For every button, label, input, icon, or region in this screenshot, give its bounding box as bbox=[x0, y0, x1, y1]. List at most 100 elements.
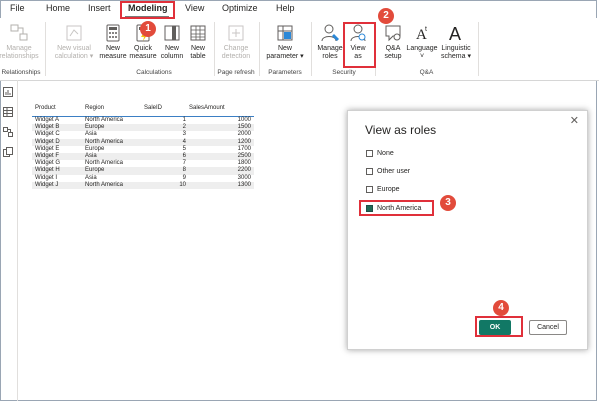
table-cell: 1000 bbox=[237, 117, 251, 123]
table-cell: 1300 bbox=[237, 181, 251, 188]
table-row: Widget B Europe 2 1500 bbox=[32, 124, 254, 132]
table-cell: 2500 bbox=[237, 152, 251, 159]
table-cell: North America bbox=[85, 138, 124, 145]
table-view-icon[interactable] bbox=[3, 107, 13, 117]
table-cell: 1700 bbox=[237, 145, 251, 152]
manage-roles-icon bbox=[321, 24, 339, 42]
group-separator bbox=[45, 22, 46, 76]
svg-text:t: t bbox=[425, 26, 427, 33]
table-row: Widget H Europe 8 2200 bbox=[32, 167, 254, 175]
step-marker-2: 2 bbox=[378, 8, 394, 24]
linguistic-schema-button[interactable]: A Linguistic schema ▾ bbox=[438, 24, 474, 61]
change-detection-icon bbox=[228, 25, 244, 41]
language-icon: A t bbox=[416, 26, 427, 42]
cancel-button[interactable]: Cancel bbox=[529, 320, 567, 335]
checkbox[interactable] bbox=[366, 150, 373, 157]
new-measure-button[interactable]: New measure bbox=[98, 24, 128, 61]
table-cell: Widget J bbox=[35, 181, 59, 188]
language-button[interactable]: A t Language ˅ bbox=[406, 24, 438, 61]
tab-optimize[interactable]: Optimize bbox=[222, 3, 258, 13]
ribbon-tabs: File Home Insert Modeling View Optimize … bbox=[0, 0, 599, 18]
close-icon[interactable]: ✕ bbox=[570, 114, 579, 127]
group-separator bbox=[311, 22, 312, 76]
table-row: Widget J North America 10 1300 bbox=[32, 181, 254, 189]
table-cell: Widget F bbox=[35, 152, 60, 159]
table-body: Widget A North America 1 1000 Widget B Europe… bbox=[32, 117, 254, 189]
report-view-icon[interactable] bbox=[3, 87, 13, 97]
group-label-calculations: Calculations bbox=[136, 69, 172, 76]
new-column-button[interactable]: New column bbox=[158, 24, 186, 61]
table-cell: Asia bbox=[85, 152, 97, 159]
table-cell: 1500 bbox=[237, 124, 251, 131]
change-detection-button[interactable]: Change detection bbox=[216, 24, 256, 61]
manage-relationships-button[interactable]: Manage relationships bbox=[0, 24, 44, 61]
column-header-saleid[interactable]: SaleID bbox=[144, 105, 162, 111]
table-cell: Asia bbox=[85, 131, 97, 138]
table-cell: North America bbox=[85, 117, 124, 123]
tab-view[interactable]: View bbox=[185, 3, 204, 13]
tab-file[interactable]: File bbox=[10, 3, 25, 13]
table-cell: 10 bbox=[179, 181, 186, 188]
ribbon: Manage relationships Relationships New v… bbox=[0, 18, 599, 81]
tab-home[interactable]: Home bbox=[46, 3, 70, 13]
new-parameter-button[interactable]: New parameter ▾ bbox=[262, 24, 308, 61]
group-separator bbox=[214, 22, 215, 76]
table-cell: Widget G bbox=[35, 160, 61, 167]
table-row: Widget I Asia 9 3000 bbox=[32, 175, 254, 182]
group-separator bbox=[478, 22, 479, 76]
group-label-qa: Q&A bbox=[419, 69, 434, 76]
table-cell: 8 bbox=[182, 167, 186, 174]
table-cell: Widget E bbox=[35, 145, 60, 152]
view-switcher-rail bbox=[0, 80, 18, 401]
dax-query-view-icon[interactable] bbox=[3, 147, 13, 157]
new-visual-calculation-button[interactable]: New visual calculation ▾ bbox=[52, 24, 96, 61]
table-cell: 2000 bbox=[237, 131, 251, 138]
checkbox[interactable] bbox=[366, 168, 373, 175]
table-cell: 1800 bbox=[237, 160, 251, 167]
table-cell: Asia bbox=[85, 174, 97, 181]
table-row: Widget C Asia 3 2000 bbox=[32, 131, 254, 138]
table-cell: North America bbox=[85, 160, 124, 167]
table-cell: 3000 bbox=[237, 174, 251, 181]
group-label-parameters: Parameters bbox=[268, 69, 302, 76]
column-header-salesamount[interactable]: SalesAmount bbox=[189, 105, 225, 111]
table-row: Widget G North America 7 1800 bbox=[32, 160, 254, 167]
visual-calculation-icon bbox=[66, 25, 82, 41]
checkbox[interactable] bbox=[366, 186, 373, 193]
table-cell: Widget I bbox=[35, 174, 58, 181]
new-table-button[interactable]: New table bbox=[186, 24, 210, 61]
step-marker-3: 3 bbox=[440, 195, 456, 211]
table-cell: Europe bbox=[85, 124, 105, 131]
calculator-icon bbox=[106, 24, 120, 42]
table-cell: North America bbox=[85, 181, 124, 188]
highlight-view-as bbox=[343, 22, 376, 68]
column-header-region[interactable]: Region bbox=[85, 105, 104, 111]
qa-setup-icon bbox=[385, 25, 401, 42]
table-icon bbox=[190, 25, 206, 41]
view-as-roles-dialog: View as roles ✕ None Other user Europe N… bbox=[347, 110, 588, 350]
group-label-relationships: Relationships bbox=[1, 69, 41, 76]
model-view-icon[interactable] bbox=[3, 127, 13, 137]
table-cell: Widget B bbox=[35, 124, 60, 131]
table-cell: Widget D bbox=[35, 138, 60, 145]
table-cell: 6 bbox=[182, 152, 186, 159]
table-cell: 2 bbox=[182, 124, 186, 131]
table-cell: Widget A bbox=[35, 117, 60, 123]
table-cell: 3 bbox=[182, 131, 186, 138]
table-cell: Europe bbox=[85, 145, 105, 152]
manage-roles-button[interactable]: Manage roles bbox=[315, 24, 345, 61]
tab-insert[interactable]: Insert bbox=[88, 3, 111, 13]
highlight-ok-button bbox=[475, 316, 523, 337]
column-header-product[interactable]: Product bbox=[35, 105, 56, 111]
tab-help[interactable]: Help bbox=[276, 3, 295, 13]
table-row: Widget D North America 4 1200 bbox=[32, 138, 254, 146]
relationships-icon bbox=[10, 24, 28, 41]
dialog-title: View as roles bbox=[365, 123, 437, 137]
table-cell: Widget H bbox=[35, 167, 60, 174]
table-cell: 7 bbox=[182, 160, 186, 167]
step-marker-1: 1 bbox=[140, 21, 156, 37]
table-cell: 4 bbox=[182, 138, 186, 145]
group-label-page-refresh: Page refresh bbox=[217, 69, 255, 76]
qa-setup-button[interactable]: Q&A setup bbox=[379, 24, 407, 61]
table-cell: Widget C bbox=[35, 131, 60, 138]
